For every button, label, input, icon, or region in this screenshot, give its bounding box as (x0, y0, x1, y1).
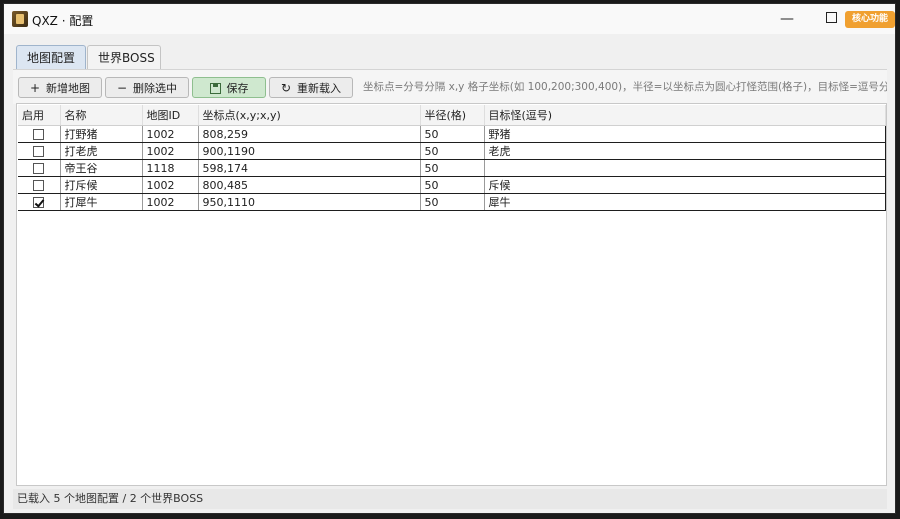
map-config-table: 启用 名称 地图ID 坐标点(x,y;x,y) 半径(格) 目标怪(逗号) 打野… (16, 103, 887, 486)
minimize-button[interactable]: — (777, 9, 797, 29)
col-map-id[interactable]: 地图ID (142, 105, 199, 126)
targets-cell[interactable]: 野猪 (484, 125, 886, 143)
enabled-cell (18, 193, 61, 211)
enabled-checkbox[interactable] (33, 163, 45, 174)
reload-label: 重新载入 (297, 82, 342, 95)
plus-icon: + (29, 81, 41, 95)
radius-cell[interactable]: 50 (420, 193, 485, 211)
table-row[interactable]: 帝王谷 1118 598,174 50 (18, 159, 886, 177)
app-window: QXZ · 配置 — 核心功能 地图配置 世界BOSS + 新增地图 − 删除选中 … (3, 3, 896, 514)
enabled-checkbox[interactable] (33, 146, 45, 157)
radius-cell[interactable]: 50 (420, 159, 485, 177)
map-id-cell[interactable]: 1002 (142, 125, 199, 143)
table-header: 启用 名称 地图ID 坐标点(x,y;x,y) 半径(格) 目标怪(逗号) (18, 105, 886, 126)
enabled-cell (18, 176, 61, 194)
title-bar: QXZ · 配置 — 核心功能 (4, 4, 895, 34)
col-targets[interactable]: 目标怪(逗号) (484, 105, 886, 126)
map-id-cell[interactable]: 1002 (142, 176, 199, 194)
name-cell[interactable]: 打老虎 (60, 142, 143, 160)
targets-cell[interactable]: 老虎 (484, 142, 886, 160)
table-row[interactable]: 打斥候 1002 800,485 50 斥候 (18, 176, 886, 194)
targets-cell[interactable] (484, 159, 886, 177)
points-cell[interactable]: 800,485 (198, 176, 421, 194)
core-features-button[interactable]: 核心功能 (845, 11, 895, 28)
enabled-cell (18, 142, 61, 160)
col-points[interactable]: 坐标点(x,y;x,y) (198, 105, 421, 126)
table-row[interactable]: 打犀牛 1002 950,1110 50 犀牛 (18, 193, 886, 211)
refresh-icon: ↻ (280, 81, 292, 95)
maximize-icon (825, 12, 837, 23)
radius-cell[interactable]: 50 (420, 142, 485, 160)
col-radius[interactable]: 半径(格) (420, 105, 485, 126)
tab-world-boss[interactable]: 世界BOSS (87, 45, 161, 70)
add-map-label: 新增地图 (46, 82, 91, 95)
table-row[interactable]: 打野猪 1002 808,259 50 野猪 (18, 125, 886, 143)
delete-selected-label: 删除选中 (133, 82, 178, 95)
col-name[interactable]: 名称 (60, 105, 143, 126)
points-cell[interactable]: 900,1190 (198, 142, 421, 160)
tab-map-config[interactable]: 地图配置 (16, 45, 86, 70)
maximize-button[interactable] (821, 9, 841, 29)
format-hint: 坐标点=分号分隔 x,y 格子坐标(如 100,200;300,400)，半径=… (363, 81, 887, 93)
floppy-icon (209, 82, 221, 94)
targets-cell[interactable]: 犀牛 (484, 193, 886, 211)
radius-cell[interactable]: 50 (420, 125, 485, 143)
map-id-cell[interactable]: 1002 (142, 142, 199, 160)
enabled-cell (18, 159, 61, 177)
points-cell[interactable]: 950,1110 (198, 193, 421, 211)
name-cell[interactable]: 打野猪 (60, 125, 143, 143)
enabled-checkbox[interactable] (33, 180, 45, 191)
enabled-checkbox[interactable] (33, 129, 45, 140)
app-logo-icon (12, 11, 28, 27)
points-cell[interactable]: 808,259 (198, 125, 421, 143)
table-row[interactable]: 打老虎 1002 900,1190 50 老虎 (18, 142, 886, 160)
col-enabled[interactable]: 启用 (18, 105, 61, 126)
delete-selected-button[interactable]: − 删除选中 (105, 77, 189, 98)
name-cell[interactable]: 打斥候 (60, 176, 143, 194)
save-button[interactable]: 保存 (192, 77, 266, 98)
name-cell[interactable]: 打犀牛 (60, 193, 143, 211)
radius-cell[interactable]: 50 (420, 176, 485, 194)
enabled-cell (18, 125, 61, 143)
minus-icon: − (116, 81, 128, 95)
add-map-button[interactable]: + 新增地图 (18, 77, 102, 98)
enabled-checkbox[interactable] (33, 197, 45, 208)
targets-cell[interactable]: 斥候 (484, 176, 886, 194)
window-title: QXZ · 配置 (32, 14, 94, 28)
status-bar: 已载入 5 个地图配置 / 2 个世界BOSS (13, 489, 887, 509)
reload-button[interactable]: ↻ 重新载入 (269, 77, 353, 98)
name-cell[interactable]: 帝王谷 (60, 159, 143, 177)
points-cell[interactable]: 598,174 (198, 159, 421, 177)
save-label: 保存 (226, 82, 249, 95)
map-id-cell[interactable]: 1002 (142, 193, 199, 211)
map-id-cell[interactable]: 1118 (142, 159, 199, 177)
